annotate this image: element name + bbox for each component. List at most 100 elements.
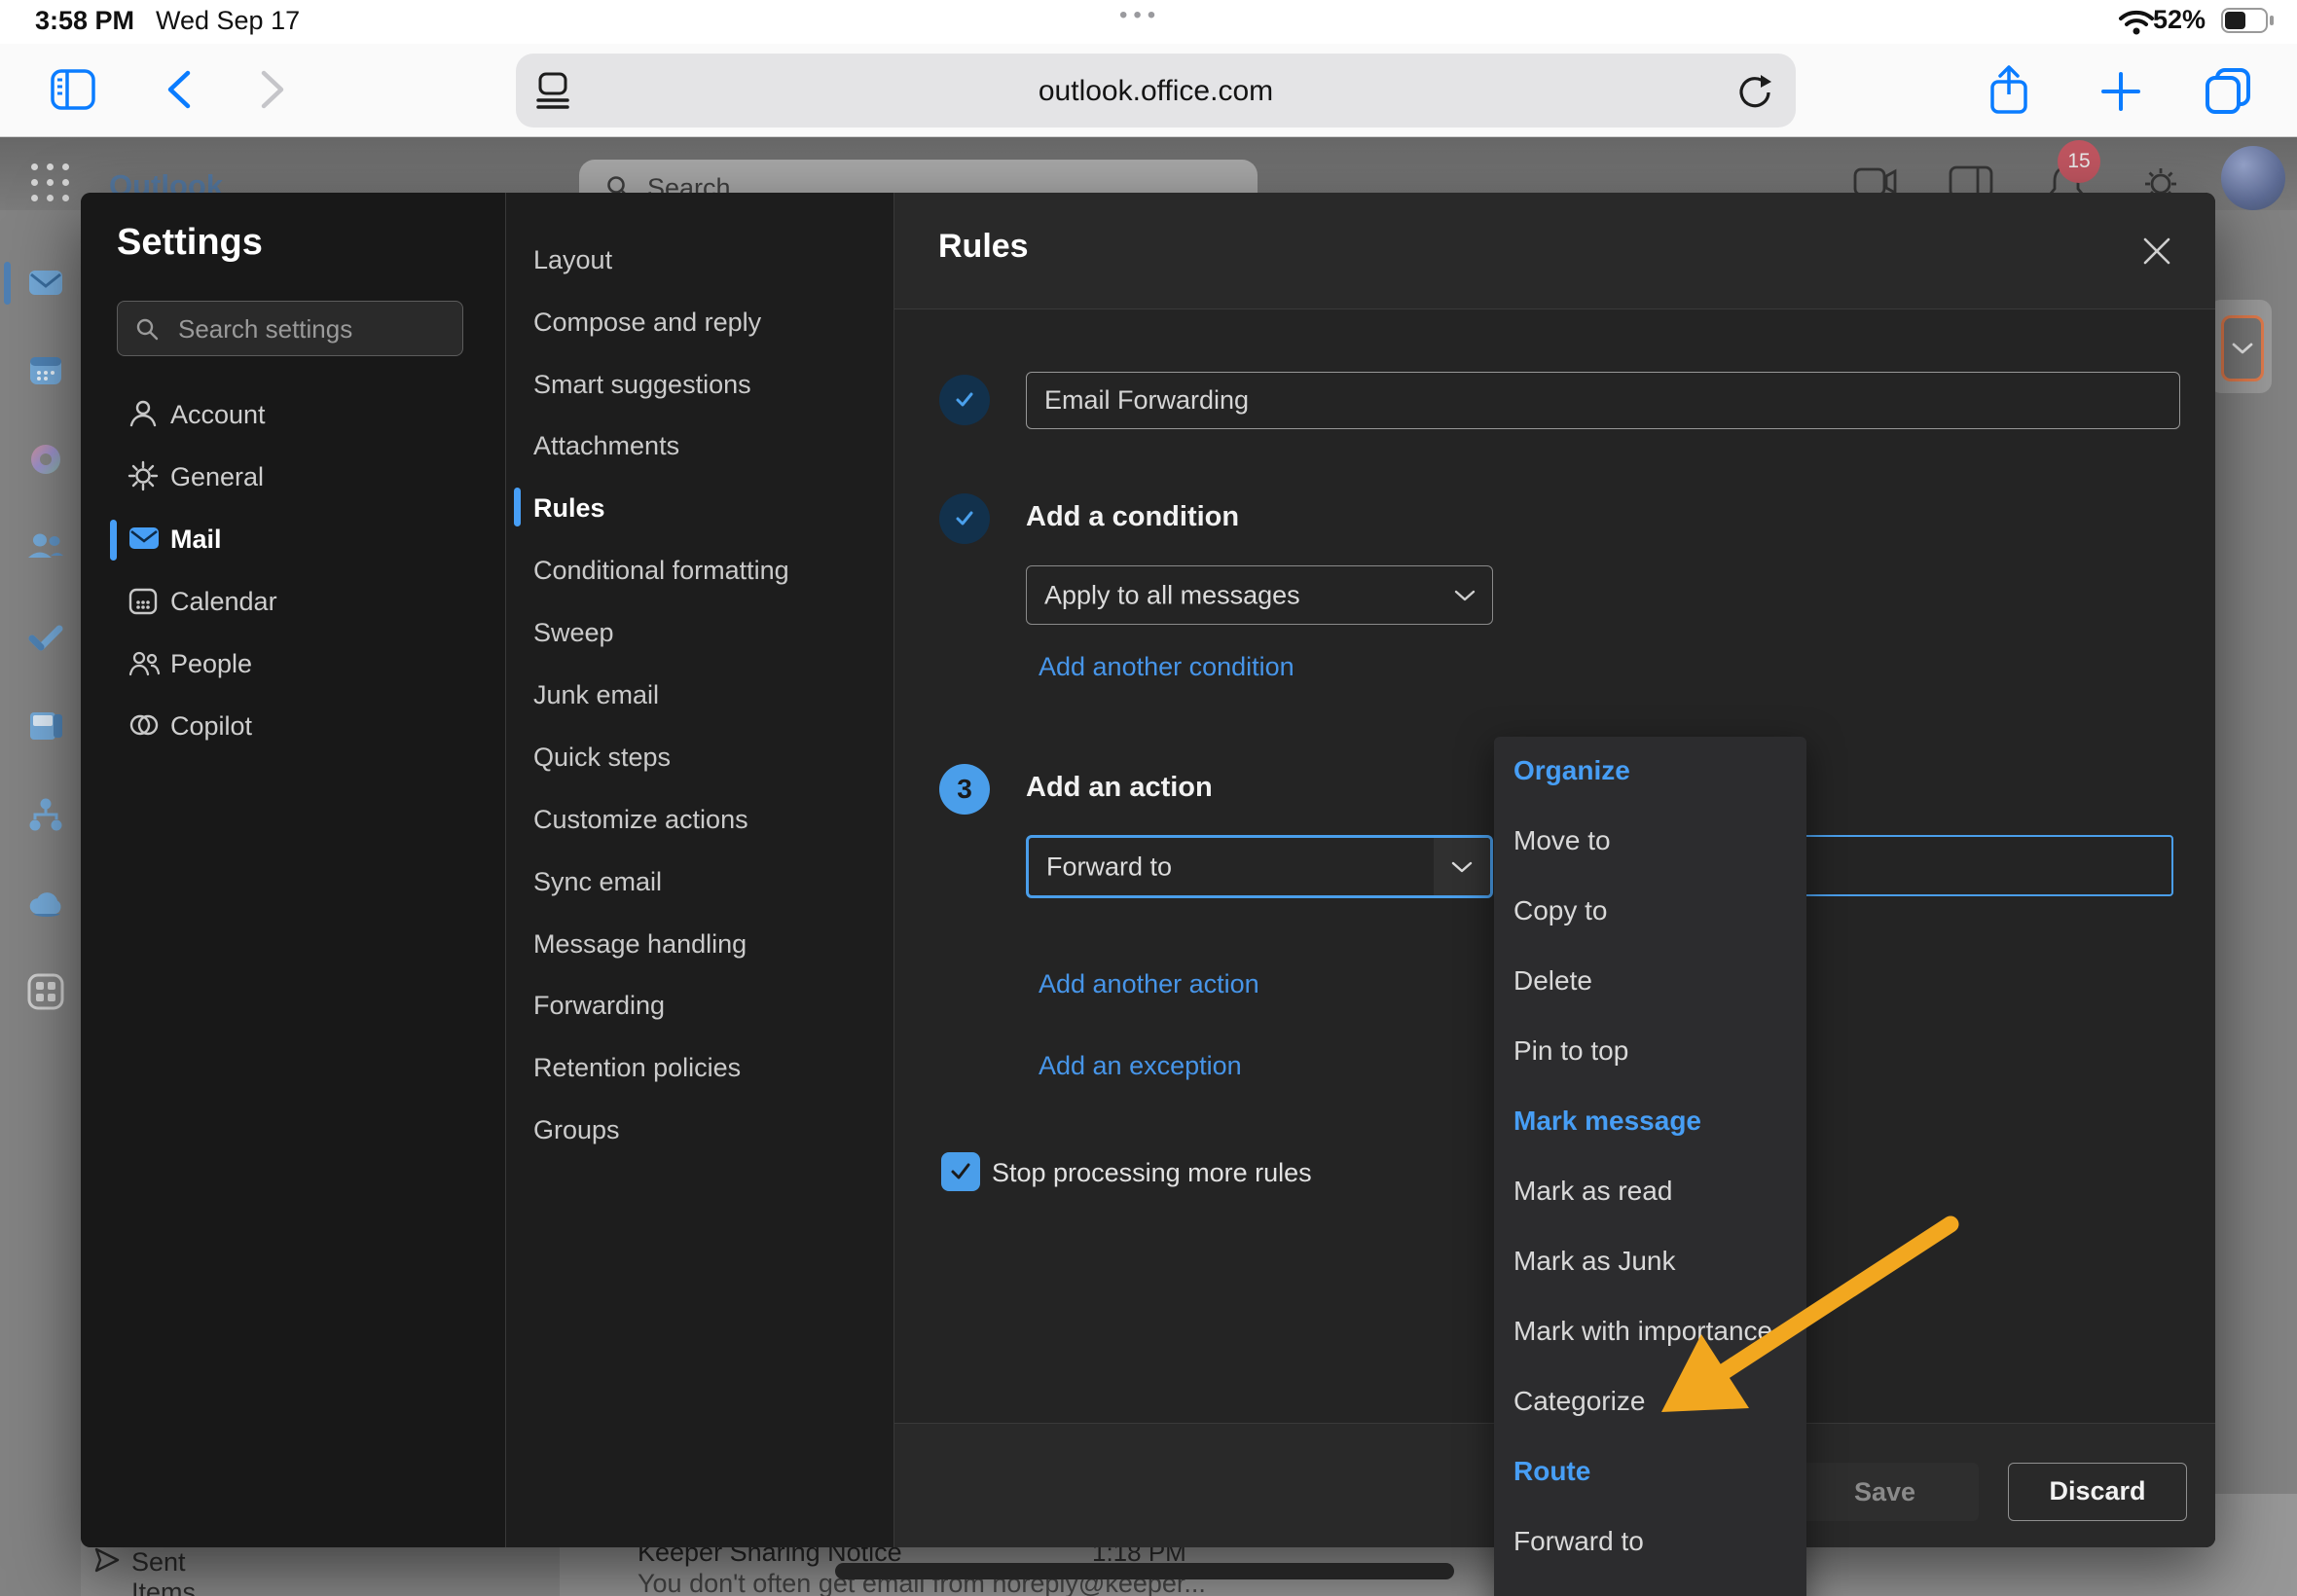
condition-select[interactable]: Apply to all messages (1026, 565, 1493, 625)
step2-check-icon (939, 493, 990, 544)
section-compose-and-reply[interactable]: Compose and reply (506, 292, 894, 354)
section-message-handling[interactable]: Message handling (506, 914, 894, 976)
menu-header-route: Route (1494, 1437, 1806, 1507)
section-forwarding[interactable]: Forwarding (506, 975, 894, 1037)
rail-more-apps-icon[interactable] (25, 971, 66, 1012)
menu-item-copy-to[interactable]: Copy to (1494, 877, 1806, 947)
share-button[interactable] (1987, 63, 2030, 116)
section-sync-email[interactable]: Sync email (506, 852, 894, 914)
step3-number: 3 (939, 764, 990, 815)
rail-org-icon[interactable] (25, 795, 66, 836)
rail-people-icon[interactable] (25, 527, 66, 568)
battery-percent: 52% (2153, 5, 2206, 35)
copilot-icon (128, 709, 161, 741)
section-sweep[interactable]: Sweep (506, 602, 894, 665)
menu-header-mark-message: Mark message (1494, 1087, 1806, 1157)
clock: 3:58 PM (35, 6, 134, 36)
sidebar-toggle-button[interactable] (51, 69, 95, 110)
section-groups[interactable]: Groups (506, 1100, 894, 1162)
menu-item-mark-as-read[interactable]: Mark as read (1494, 1157, 1806, 1227)
section-quick-steps[interactable]: Quick steps (506, 727, 894, 789)
multitask-dots-icon[interactable]: ••• (1119, 2, 1161, 29)
section-retention-policies[interactable]: Retention policies (506, 1037, 894, 1100)
rule-name-input[interactable] (1026, 372, 2180, 429)
rail-selection-indicator (4, 262, 11, 305)
wifi-icon (2118, 8, 2155, 35)
menu-item-move-to[interactable]: Move to (1494, 807, 1806, 877)
forward-button[interactable] (259, 69, 288, 110)
chevron-down-icon (1434, 838, 1490, 895)
rules-header: Rules (894, 193, 2215, 309)
rail-todo-icon[interactable] (25, 617, 66, 658)
rail-clipchamp-icon[interactable] (25, 706, 66, 746)
menu-item-mark-as-junk[interactable]: Mark as Junk (1494, 1227, 1806, 1297)
section-customize-actions[interactable]: Customize actions (506, 789, 894, 852)
save-button[interactable]: Save (1791, 1463, 1979, 1521)
mail-icon (128, 523, 161, 554)
category-dropdown-button[interactable] (2221, 315, 2264, 381)
mail-sections-panel: Layout Compose and reply Smart suggestio… (505, 193, 894, 1547)
rules-title: Rules (938, 228, 1029, 266)
discard-button[interactable]: Discard (2008, 1463, 2187, 1521)
action-select[interactable]: Forward to (1026, 835, 1493, 898)
add-another-action-link[interactable]: Add another action (1039, 969, 1259, 999)
nav-item-copilot[interactable]: Copilot (81, 696, 505, 758)
person-icon (128, 398, 159, 429)
add-exception-link[interactable]: Add an exception (1039, 1051, 1242, 1081)
rail-copilot-icon[interactable] (25, 439, 66, 480)
add-another-condition-link[interactable]: Add another condition (1039, 652, 1294, 682)
settings-nav-panel: Settings Account General Mail (81, 193, 505, 1547)
chevron-down-icon (1453, 589, 1477, 602)
section-junk-email[interactable]: Junk email (506, 665, 894, 727)
home-indicator[interactable] (835, 1563, 1454, 1579)
ipad-screen: 3:58 PM Wed Sep 17 ••• 52% outlook.offic… (0, 0, 2297, 1596)
folder-label: Sent Items (131, 1547, 196, 1596)
date: Wed Sep 17 (156, 6, 300, 36)
nav-item-account[interactable]: Account (81, 384, 505, 447)
menu-item-categorize[interactable]: Categorize (1494, 1367, 1806, 1437)
category-dropdown-remnant (2209, 300, 2272, 393)
refresh-icon[interactable] (1735, 71, 1774, 110)
section-rules[interactable]: Rules (506, 478, 894, 540)
nav-item-people[interactable]: People (81, 634, 505, 696)
back-button[interactable] (164, 69, 193, 110)
menu-header-organize: Organize (1494, 737, 1806, 807)
address-bar[interactable]: outlook.office.com (516, 54, 1796, 127)
section-smart-suggestions[interactable]: Smart suggestions (506, 354, 894, 417)
outlook-background: Outlook Search 15 (0, 136, 2297, 1596)
new-tab-button[interactable] (2100, 71, 2141, 112)
status-bar: 3:58 PM Wed Sep 17 ••• 52% (0, 0, 2297, 44)
rail-mail-icon[interactable] (25, 262, 66, 303)
nav-item-mail[interactable]: Mail (81, 509, 505, 571)
action-dropdown-menu: Organize Move to Copy to Delete Pin to t… (1494, 737, 1806, 1596)
section-layout[interactable]: Layout (506, 230, 894, 292)
people-icon (128, 647, 161, 678)
close-icon[interactable] (2141, 236, 2172, 267)
condition-title: Add a condition (1026, 501, 1239, 533)
notification-badge: 15 (2058, 140, 2100, 183)
settings-dialog: Settings Account General Mail (81, 193, 2215, 1547)
menu-item-forward-to[interactable]: Forward to (1494, 1507, 1806, 1578)
browser-toolbar: outlook.office.com (0, 44, 2297, 137)
app-launcher-icon[interactable] (29, 162, 72, 204)
rail-calendar-icon[interactable] (25, 350, 66, 391)
settings-search-box[interactable] (117, 301, 463, 356)
action-title: Add an action (1026, 772, 1213, 804)
rail-onedrive-icon[interactable] (25, 884, 66, 925)
menu-item-mark-with-importance[interactable]: Mark with importance (1494, 1297, 1806, 1367)
settings-title: Settings (117, 222, 263, 264)
nav-item-calendar[interactable]: Calendar (81, 571, 505, 634)
menu-item-forward-as-attachment[interactable]: Forward as attachment (1494, 1578, 1806, 1596)
menu-item-pin-to-top[interactable]: Pin to top (1494, 1017, 1806, 1087)
tabs-overview-button[interactable] (2204, 67, 2252, 114)
avatar[interactable] (2221, 146, 2285, 210)
selected-indicator (514, 488, 521, 526)
stop-processing-checkbox[interactable] (941, 1152, 980, 1191)
settings-search-input[interactable] (176, 302, 453, 357)
nav-item-general[interactable]: General (81, 447, 505, 509)
menu-item-delete[interactable]: Delete (1494, 947, 1806, 1017)
stop-processing-label: Stop processing more rules (992, 1158, 1312, 1188)
battery-icon (2221, 8, 2276, 33)
section-attachments[interactable]: Attachments (506, 416, 894, 478)
section-conditional-formatting[interactable]: Conditional formatting (506, 540, 894, 602)
